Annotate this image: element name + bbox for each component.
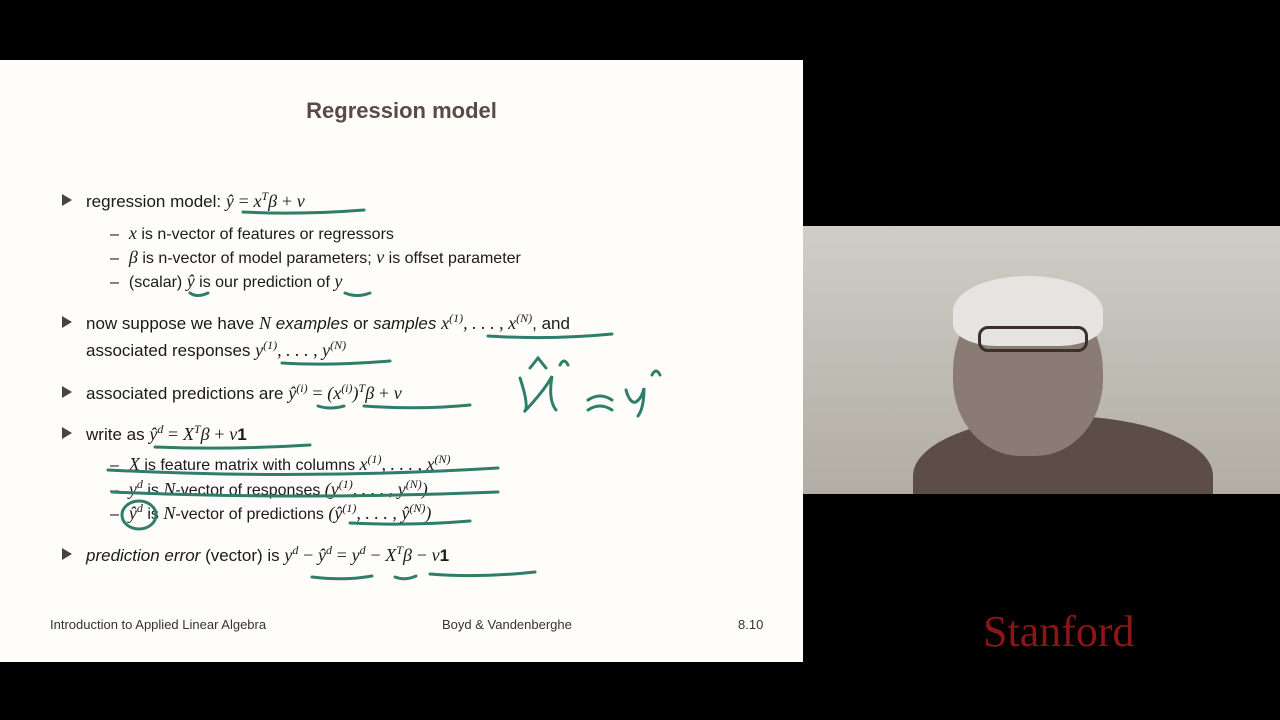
bullet-samples-line2: associated responses y(1), . . . , y(N) [86,338,347,360]
sub-bullet-predictions: – ŷd is N-vector of predictions (ŷ(1), . … [110,501,432,523]
sub-bullet-responses: – yd is N-vector of responses (y(1), . . … [110,477,428,499]
footer-course: Introduction to Applied Linear Algebra [50,617,267,632]
slide: Regression model regression model: ŷ = x… [0,60,803,662]
bullet-regression-model: regression model: ŷ = xTβ + v [62,190,305,212]
sub-bullet-scalar: – (scalar) ŷ is our prediction of y [110,271,343,291]
glasses-icon [978,326,1088,352]
presenter-webcam [803,226,1280,494]
handwritten-annotations [106,208,662,581]
bullet-write-as: write as ŷd = XTβ + v1 [62,423,247,445]
sub-bullet-feature-matrix: – X is feature matrix with columns x(1), … [110,452,451,474]
bullet-samples: now suppose we have N examples or sample… [62,312,570,334]
stanford-logo: Stanford [983,607,1135,656]
footer-authors: Boyd & Vandenberghe [442,617,572,632]
sub-bullet-x: – x is n-vector of features or regressors [110,223,394,243]
bullet-predictions: associated predictions are ŷ(i) = (x(i))… [62,382,402,404]
footer-page-number: 8.10 [738,617,764,632]
bullet-prediction-error: prediction error (vector) is yd − ŷd = y… [62,544,449,566]
slide-title: Regression model [306,98,497,123]
sub-bullet-beta: – β is n-vector of model parameters; v is… [110,247,521,267]
